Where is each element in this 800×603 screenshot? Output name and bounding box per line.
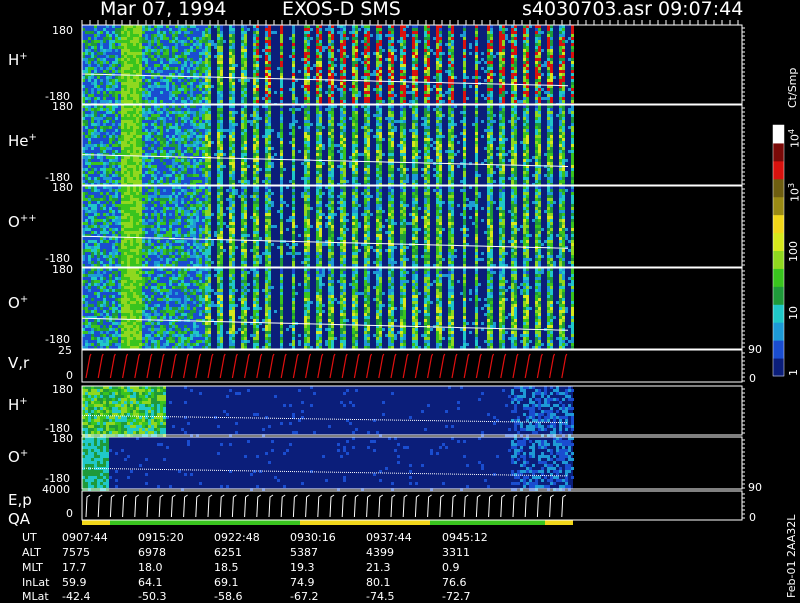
qa-bar-segment [545, 520, 573, 525]
eph-value-5-3: 76.6 [442, 577, 467, 588]
eph-value-1-3: 64.1 [138, 577, 163, 588]
side-note: Feb-01 2AA32L [786, 515, 797, 598]
panel-label-vr: V,r [8, 356, 29, 371]
panel-label-ep: E,p [8, 493, 32, 508]
eph-value-5-1: 3311 [442, 547, 470, 558]
eph-value-2-0: 0922:48 [214, 532, 260, 543]
tick-vr-right-top: 90 [748, 344, 762, 355]
plot-time: 09:07:44 [658, 0, 743, 19]
eph-value-3-0: 0930:16 [290, 532, 336, 543]
colorbar-swatch [773, 322, 784, 340]
eph-value-4-1: 4399 [366, 547, 394, 558]
panel-label-qa: QA [8, 512, 30, 527]
colorbar-label-1: 1 [788, 369, 799, 376]
eph-value-5-0: 0945:12 [442, 532, 488, 543]
eph-value-5-4: -72.7 [442, 591, 470, 602]
eph-row-ut: UT [22, 532, 37, 543]
panel-background [82, 491, 573, 520]
plot-date: Mar 07, 1994 [100, 0, 227, 19]
eph-row-inlat: InLat [22, 577, 49, 588]
colorbar-units: Ct/Smp [787, 68, 798, 108]
panel-label-h-plus-2: H+ [8, 397, 28, 413]
tick-o-max: 180 [52, 264, 73, 275]
plot-filename: s4030703.asr [522, 0, 652, 19]
colorbar-swatch [773, 125, 784, 143]
eph-row-mlt: MLT [22, 562, 43, 573]
colorbar-swatch [773, 143, 784, 161]
tick-he-max: 180 [52, 101, 73, 112]
eph-value-2-3: 69.1 [214, 577, 239, 588]
eph-value-0-3: 59.9 [62, 577, 87, 588]
tick-vr-max: 25 [58, 345, 72, 356]
eph-value-1-0: 0915:20 [138, 532, 184, 543]
eph-value-2-4: -58.6 [214, 591, 242, 602]
colorbar-swatch [773, 215, 784, 233]
colorbar-label-10: 10 [788, 306, 799, 320]
panel-label-he-plus: He+ [8, 133, 37, 149]
tick-o2b-max: 180 [52, 433, 73, 444]
eph-value-4-0: 0937:44 [366, 532, 412, 543]
eph-value-2-2: 18.5 [214, 562, 239, 573]
colorbar-swatch [773, 197, 784, 215]
colorbar-swatch [773, 161, 784, 179]
tick-ep-right-top: 90 [748, 482, 762, 493]
eph-row-mlat: MLat [22, 591, 49, 602]
colorbar-swatch [773, 340, 784, 358]
qa-bar-segment [300, 520, 430, 525]
tick-h2-max: 180 [52, 384, 73, 395]
colorbar-swatch [773, 358, 784, 376]
tick-vr-right-bottom: 0 [749, 373, 756, 384]
eph-value-1-4: -50.3 [138, 591, 166, 602]
colorbar-swatch [773, 251, 784, 269]
panel-label-o-plusplus: O++ [8, 214, 37, 230]
tick-ep-max: 4000 [42, 484, 70, 495]
eph-value-0-0: 0907:44 [62, 532, 108, 543]
panel-label-o-plus-2: O+ [8, 449, 28, 465]
colorbar-swatch [773, 233, 784, 251]
plot-instrument: EXOS-D SMS [282, 0, 401, 19]
panel-background [82, 350, 573, 382]
colorbar-swatch [773, 179, 784, 197]
eph-value-3-4: -67.2 [290, 591, 318, 602]
eph-value-4-2: 21.3 [366, 562, 391, 573]
qa-bar-segment [82, 520, 110, 525]
eph-value-0-1: 7575 [62, 547, 90, 558]
tick-o2-max: 180 [52, 182, 73, 193]
qa-bar-segment [430, 520, 545, 525]
eph-value-4-3: 80.1 [366, 577, 391, 588]
tick-vr-min: 0 [66, 370, 73, 381]
panel-label-h-plus: H+ [8, 52, 28, 68]
eph-value-3-2: 19.3 [290, 562, 315, 573]
qa-bar-segment [110, 520, 300, 525]
eph-value-1-1: 6978 [138, 547, 166, 558]
eph-value-4-4: -74.5 [366, 591, 394, 602]
colorbar-label-1e3: 103 [788, 183, 800, 202]
tick-h-max: 180 [52, 25, 73, 36]
tick-ep-min: 0 [66, 508, 73, 519]
eph-value-1-2: 18.0 [138, 562, 163, 573]
eph-value-3-3: 74.9 [290, 577, 315, 588]
colorbar-swatch [773, 268, 784, 286]
eph-value-3-1: 5387 [290, 547, 318, 558]
colorbar-label-100: 100 [788, 241, 799, 262]
eph-value-0-2: 17.7 [62, 562, 87, 573]
eph-value-0-4: -42.4 [62, 591, 90, 602]
panel-label-o-plus: O+ [8, 295, 28, 311]
eph-value-2-1: 6251 [214, 547, 242, 558]
tick-ep-right-bottom: 0 [749, 512, 756, 523]
eph-row-alt: ALT [22, 547, 41, 558]
eph-value-5-2: 0.9 [442, 562, 460, 573]
colorbar-swatch [773, 304, 784, 322]
colorbar-swatch [773, 286, 784, 304]
spectrogram-figure [0, 0, 800, 600]
colorbar-label-1e4: 104 [788, 129, 800, 148]
